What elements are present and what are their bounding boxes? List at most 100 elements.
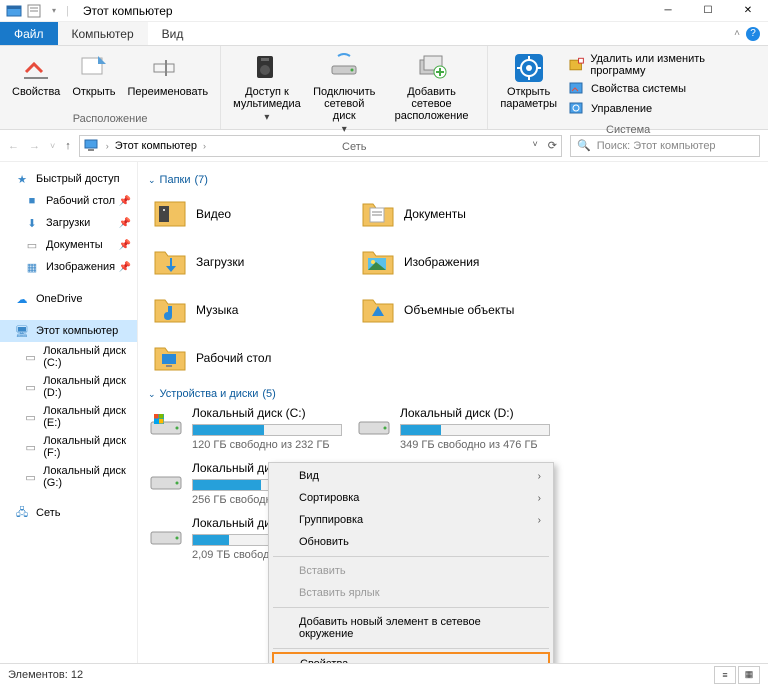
rename-button[interactable]: Переименовать (122, 48, 215, 102)
pc-icon: 🖥 (14, 323, 30, 339)
drive-icon (148, 518, 184, 554)
close-button[interactable]: ✕ (728, 0, 768, 22)
up-button[interactable]: ↑ (65, 140, 71, 152)
folder-icon (360, 292, 396, 328)
sidebar-pictures[interactable]: ▦Изображения📌 (0, 256, 137, 278)
pc-icon (84, 138, 100, 154)
documents-icon: ▭ (24, 237, 40, 253)
cm-add-network[interactable]: Добавить новый элемент в сетевое окружен… (271, 611, 551, 645)
uninstall-program-button[interactable]: Удалить или изменить программу (567, 52, 758, 78)
sidebar-this-pc[interactable]: 🖥Этот компьютер (0, 320, 137, 342)
system-properties-button[interactable]: Свойства системы (567, 80, 758, 98)
folder-name: Рабочий стол (196, 351, 271, 365)
search-input[interactable]: 🔍 Поиск: Этот компьютер (570, 135, 760, 157)
tab-file[interactable]: Файл (0, 22, 58, 45)
qat-dropdown-icon[interactable]: ▾ (46, 3, 62, 19)
drive-usage-bar (400, 424, 550, 436)
drive-item[interactable]: Локальный диск (C:) 120 ГБ свободно из 2… (148, 406, 348, 451)
sidebar-drive-c[interactable]: ▭Локальный диск (C:) (0, 342, 137, 372)
titlebar: ▾ | Этот компьютер ─ ☐ ✕ (0, 0, 768, 22)
drive-free-space: 120 ГБ свободно из 232 ГБ (192, 439, 348, 451)
search-icon: 🔍 (577, 139, 591, 152)
sidebar-desktop[interactable]: ■Рабочий стол📌 (0, 190, 137, 212)
forward-button[interactable]: → (29, 140, 40, 152)
address-bar[interactable]: › Этот компьютер › ˅ ⟳ (79, 135, 562, 157)
downloads-icon: ⬇ (24, 215, 40, 231)
refresh-icon[interactable]: ⟳ (548, 139, 557, 152)
recent-dropdown[interactable]: ˅ (50, 141, 55, 151)
ribbon-tabs: Файл Компьютер Вид ˄ ? (0, 22, 768, 46)
drive-free-space: 349 ГБ свободно из 476 ГБ (400, 439, 556, 451)
breadcrumb-segment[interactable]: Этот компьютер (115, 140, 197, 152)
cm-view[interactable]: Вид› (271, 465, 551, 487)
map-drive-button[interactable]: Подключить сетевой диск▾ (307, 48, 382, 139)
folder-item[interactable]: Музыка (148, 288, 348, 332)
tab-view[interactable]: Вид (148, 22, 198, 45)
folder-item[interactable]: Видео (148, 192, 348, 236)
folder-item[interactable]: Изображения (356, 240, 556, 284)
sidebar-downloads[interactable]: ⬇Загрузки📌 (0, 212, 137, 234)
drive-item[interactable]: Локальный диск (D:) 349 ГБ свободно из 4… (356, 406, 556, 451)
folder-icon (152, 196, 188, 232)
sidebar-drive-g[interactable]: ▭Локальный диск (G:) (0, 462, 137, 492)
sidebar-quick-access[interactable]: ★Быстрый доступ (0, 168, 137, 190)
cm-sort[interactable]: Сортировка› (271, 487, 551, 509)
media-access-button[interactable]: Доступ к мультимедиа▾ (227, 48, 307, 127)
sidebar-onedrive[interactable]: ☁OneDrive (0, 288, 137, 310)
tab-computer[interactable]: Компьютер (58, 22, 148, 45)
cm-refresh[interactable]: Обновить (271, 531, 551, 553)
section-drives[interactable]: ⌄ Устройства и диски (5) (148, 388, 758, 400)
folder-name: Изображения (404, 255, 479, 269)
status-items-label: Элементов: (8, 669, 68, 681)
drive-name: Локальный диск (D:) (400, 406, 556, 420)
sidebar: ★Быстрый доступ ■Рабочий стол📌 ⬇Загрузки… (0, 162, 138, 663)
collapse-ribbon-icon[interactable]: ˄ (734, 28, 740, 39)
drive-name: Локальный диск (C:) (192, 406, 348, 420)
sidebar-drive-d[interactable]: ▭Локальный диск (D:) (0, 372, 137, 402)
drive-icon: ▭ (24, 439, 37, 455)
open-settings-button[interactable]: Открыть параметры (494, 48, 563, 114)
folder-item[interactable]: Рабочий стол (148, 336, 348, 380)
manage-button[interactable]: Управление (567, 100, 758, 118)
drive-icon: ▭ (24, 349, 37, 365)
cm-group[interactable]: Группировка› (271, 509, 551, 531)
properties-button[interactable]: Свойства (6, 48, 66, 102)
drive-icon (148, 408, 184, 444)
view-details-button[interactable]: ≡ (714, 666, 736, 684)
pin-icon: 📌 (119, 218, 131, 229)
help-icon[interactable]: ? (746, 27, 760, 41)
folder-name: Видео (196, 207, 231, 221)
sidebar-drive-e[interactable]: ▭Локальный диск (E:) (0, 402, 137, 432)
folder-item[interactable]: ">Документы (356, 192, 556, 236)
folder-item[interactable]: Объемные объекты (356, 288, 556, 332)
chevron-right-icon[interactable]: › (203, 141, 206, 151)
star-icon: ★ (14, 171, 30, 187)
app-icon (6, 3, 22, 19)
ribbon: Свойства Открыть Переименовать Расположе… (0, 46, 768, 130)
group-location-label: Расположение (6, 111, 214, 127)
minimize-button[interactable]: ─ (648, 0, 688, 22)
open-button[interactable]: Открыть (66, 48, 121, 102)
drive-icon (356, 408, 392, 444)
add-network-button[interactable]: Добавить сетевое расположение (382, 48, 482, 126)
chevron-right-icon[interactable]: › (106, 141, 109, 151)
chevron-right-icon: › (538, 471, 541, 482)
chevron-right-icon: › (538, 515, 541, 526)
section-folders[interactable]: ⌄ Папки (7) (148, 174, 758, 186)
maximize-button[interactable]: ☐ (688, 0, 728, 22)
back-button[interactable]: ← (8, 140, 19, 152)
chevron-down-icon: ⌄ (148, 175, 156, 186)
addr-dropdown-icon[interactable]: ˅ (533, 139, 538, 152)
pin-icon: 📌 (119, 240, 131, 251)
pictures-icon: ▦ (24, 259, 40, 275)
sidebar-drive-f[interactable]: ▭Локальный диск (F:) (0, 432, 137, 462)
folder-item[interactable]: Загрузки (148, 240, 348, 284)
folder-name: Музыка (196, 303, 238, 317)
sidebar-network[interactable]: 🖧Сеть (0, 502, 137, 524)
sidebar-documents[interactable]: ▭Документы📌 (0, 234, 137, 256)
view-large-button[interactable]: ▦ (738, 666, 760, 684)
drive-icon (148, 463, 184, 499)
qat-properties-icon[interactable] (26, 3, 42, 19)
status-bar: Элементов: 12 ≡ ▦ (0, 663, 768, 685)
drive-icon: ▭ (24, 469, 37, 485)
